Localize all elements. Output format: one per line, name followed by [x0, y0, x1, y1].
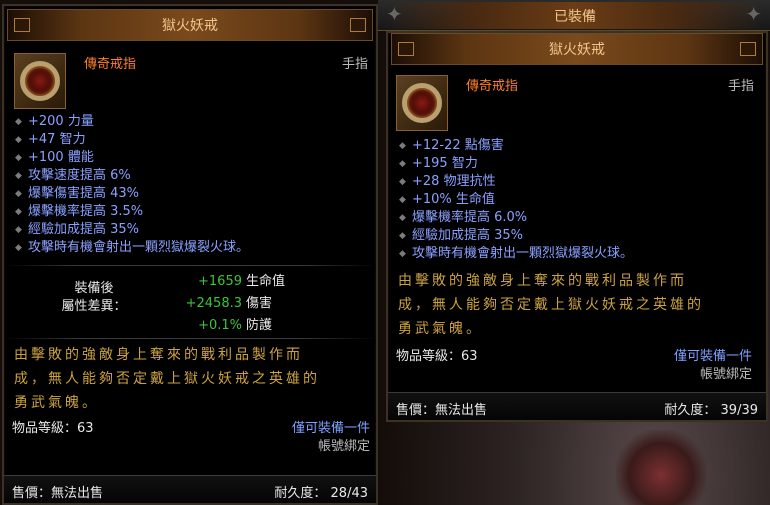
item-name: 獄火妖戒	[549, 42, 605, 58]
item-tooltip-compare: 獄火妖戒 傳奇戒指 手指 ◆ +200 力量 ◆ +47 智力 ◆ +100 體能 ◆…	[2, 4, 378, 505]
affix-item: ◆ 經驗加成提高 35%	[15, 222, 140, 237]
affix-item: ◆ +10% 生命值	[399, 192, 495, 207]
item-header: 傳奇戒指 手指	[4, 41, 376, 111]
diamond-bullet-icon: ◆	[399, 177, 406, 187]
unique-equipped: 僅可裝備一件	[291, 421, 370, 436]
affix-item: ◆ 爆擊傷害提高 43%	[15, 186, 140, 201]
item-type: 傳奇戒指	[466, 79, 519, 94]
stat-diff-row: +1659 生命值	[198, 274, 286, 289]
stat-difference-label: 裝備後 屬性差異：	[61, 281, 127, 314]
title-ornament-icon	[740, 42, 756, 56]
affix-item: ◆ 爆擊機率提高 6.0%	[399, 210, 528, 225]
stat-difference: 裝備後 屬性差異： +1659 生命值 +2458.3 傷害 +0.1% 防護	[4, 266, 376, 333]
affix-item: ◆ 攻擊時有機會射出一顆烈獄爆裂火球。	[15, 240, 250, 255]
sell-value: 售價：無法出售	[396, 403, 488, 418]
ring-icon	[396, 75, 448, 131]
item-type: 傳奇戒指	[84, 57, 137, 72]
diamond-bullet-icon: ◆	[399, 159, 406, 169]
item-level: 物品等級：63	[12, 421, 94, 436]
character-figure	[616, 430, 706, 505]
diamond-bullet-icon: ◆	[15, 225, 22, 235]
diamond-bullet-icon: ◆	[399, 231, 406, 241]
affix-item: ◆ +12-22 點傷害	[399, 138, 504, 153]
account-bound: 帳號綁定	[699, 367, 752, 382]
affix-list: ◆ +200 力量 ◆ +47 智力 ◆ +100 體能 ◆ 攻擊速度提高 6% ◆ 爆擊…	[4, 111, 376, 257]
affix-item: ◆ +195 智力	[399, 156, 478, 171]
affix-item: ◆ 經驗加成提高 35%	[399, 228, 524, 243]
item-title-bar: 獄火妖戒	[391, 33, 763, 65]
diamond-bullet-icon: ◆	[399, 141, 406, 151]
affix-item: ◆ 攻擊速度提高 6%	[15, 168, 131, 183]
affix-list: ◆ +12-22 點傷害 ◆ +195 智力 ◆ +28 物理抗性 ◆ +10% 生命值…	[388, 135, 766, 263]
title-ornament-icon	[14, 18, 30, 32]
account-bound: 帳號綁定	[317, 439, 370, 454]
item-level: 物品等級：63	[396, 349, 478, 364]
item-slot: 手指	[341, 57, 368, 72]
diamond-bullet-icon: ◆	[15, 135, 22, 145]
diamond-bullet-icon: ◆	[15, 189, 22, 199]
item-slot: 手指	[727, 79, 754, 94]
ring-icon	[14, 53, 66, 109]
equipped-label: 已裝備	[386, 2, 764, 29]
durability: 耐久度： 28/43	[274, 486, 368, 501]
item-tooltip-equipped: 獄火妖戒 傳奇戒指 手指 ◆ +12-22 點傷害 ◆ +195 智力 ◆ +28 物…	[386, 31, 768, 422]
affix-item: ◆ 攻擊時有機會射出一顆烈獄爆裂火球。	[399, 246, 634, 261]
diamond-bullet-icon: ◆	[15, 153, 22, 163]
item-name: 獄火妖戒	[162, 18, 218, 34]
item-header: 傳奇戒指 手指	[388, 65, 766, 135]
durability: 耐久度： 39/39	[664, 403, 758, 418]
item-title-bar: 獄火妖戒	[7, 9, 373, 41]
stat-diff-row: +0.1% 防護	[198, 318, 273, 333]
affix-item: ◆ +47 智力	[15, 132, 86, 147]
title-ornament-icon	[350, 18, 366, 32]
flavor-text: 由擊敗的強敵身上奪來的戰利品製作而 成，無人能夠否定戴上獄火妖戒之英雄的 勇武氣…	[14, 347, 320, 411]
diamond-bullet-icon: ◆	[15, 207, 22, 217]
affix-item: ◆ +200 力量	[15, 114, 94, 129]
unique-equipped: 僅可裝備一件	[673, 349, 752, 364]
stat-diff-row: +2458.3 傷害	[185, 296, 273, 311]
affix-item: ◆ 爆擊機率提高 3.5%	[15, 204, 144, 219]
diamond-bullet-icon: ◆	[15, 117, 22, 127]
affix-item: ◆ +28 物理抗性	[399, 174, 496, 189]
affix-item: ◆ +100 體能	[15, 150, 94, 165]
item-meta: 物品等級：63 僅可裝備一件 帳號綁定	[4, 415, 376, 454]
item-meta: 物品等級：63 僅可裝備一件 帳號綁定	[388, 341, 766, 382]
sell-value: 售價：無法出售	[12, 486, 104, 501]
item-footer: 售價：無法出售 耐久度： 28/43	[4, 475, 376, 503]
diamond-bullet-icon: ◆	[15, 171, 22, 181]
diamond-bullet-icon: ◆	[15, 243, 22, 253]
title-ornament-icon	[398, 42, 414, 56]
flavor-text: 由擊敗的強敵身上奪來的戰利品製作而 成，無人能夠否定戴上獄火妖戒之英雄的 勇武氣…	[398, 273, 704, 337]
diamond-bullet-icon: ◆	[399, 249, 406, 259]
diamond-bullet-icon: ◆	[399, 213, 406, 223]
diamond-bullet-icon: ◆	[399, 195, 406, 205]
item-footer: 售價：無法出售 耐久度： 39/39	[388, 392, 766, 420]
